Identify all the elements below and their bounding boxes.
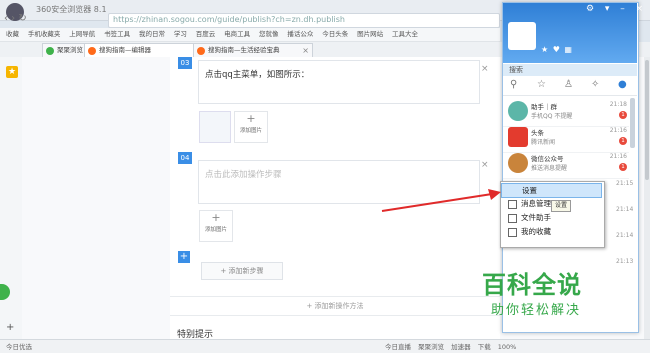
bookmark-item[interactable]: 收藏 <box>6 28 19 41</box>
add-icon[interactable]: + <box>6 322 14 333</box>
add-image-button[interactable]: + 添加图片 <box>199 210 233 242</box>
qq-contact-item[interactable]: 助手｜群 手机QQ 不提醒 21:18 1 <box>503 98 629 127</box>
qq-scrollbar[interactable] <box>630 98 635 148</box>
add-step-plus-icon[interactable]: + <box>178 251 190 263</box>
qq-time: 21:14 <box>616 206 634 213</box>
bookmark-item[interactable]: 百度云 <box>196 28 216 41</box>
unread-badge: 1 <box>619 111 627 119</box>
bookmark-item[interactable]: 我的日常 <box>139 28 165 41</box>
url-text: https://zhinan.sogou.com/guide/publish?c… <box>113 15 345 24</box>
message-icon <box>508 200 517 209</box>
folder-icon <box>508 214 517 223</box>
qq-messages-icon[interactable]: ● <box>618 79 627 90</box>
bookmarks-bar: 收藏 手机收藏夹 上网导航 书签工具 我的日常 学习 百度云 电商工具 您就像 … <box>0 28 500 42</box>
add-image-button[interactable]: + 添加图片 <box>234 111 268 143</box>
bookmark-item[interactable]: 上网导航 <box>69 28 95 41</box>
bookmark-item[interactable]: 手机收藏夹 <box>28 28 61 41</box>
qq-avatar[interactable] <box>508 22 536 50</box>
bookmark-item[interactable]: 图片网站 <box>357 28 383 41</box>
tab-editor[interactable]: 搜狗指南—编辑器 × <box>84 43 204 57</box>
bookmark-item[interactable]: 今日头条 <box>322 28 348 41</box>
tooltip: 设置 <box>551 200 571 212</box>
qq-contact-item[interactable]: 头条 腾讯新闻 21:16 1 <box>503 124 629 153</box>
unread-badge: 1 <box>619 137 627 145</box>
step-text: 点击qq主菜单，如图所示： <box>205 70 310 80</box>
plus-icon: + <box>211 211 221 224</box>
qq-groups-icon[interactable]: ♙ <box>564 79 573 90</box>
qq-search-label: 搜索 <box>509 66 523 74</box>
close-icon[interactable]: × <box>481 64 489 74</box>
bookmark-item[interactable]: 工具大全 <box>392 28 418 41</box>
bookmark-item[interactable]: 书签工具 <box>104 28 130 41</box>
watermark-title: 百科全说 <box>482 271 582 299</box>
close-icon[interactable]: × <box>302 44 309 57</box>
watermark-subtitle: 助你轻松解决 <box>491 303 582 318</box>
add-step-button[interactable]: + 添加新步骤 <box>201 262 283 280</box>
qq-time: 21:14 <box>616 232 634 239</box>
qq-favorites-icon[interactable]: ☆ <box>537 79 546 90</box>
contact-avatar <box>508 153 528 173</box>
bookmark-item[interactable]: 学习 <box>174 28 187 41</box>
qq-contact-item[interactable]: 微信公众号 推送消息提醒 21:16 1 <box>503 150 629 179</box>
contact-avatar <box>508 101 528 121</box>
status-right-text[interactable]: 今日直播 聚聚浏览 加速器 下载 100% <box>385 341 516 351</box>
qq-space-icon[interactable]: ✧ <box>591 79 599 90</box>
status-bar <box>0 339 650 353</box>
step-image-thumbnail[interactable] <box>199 111 231 143</box>
step-number: 03 <box>178 57 192 69</box>
nav-arrows-icon[interactable]: ‹ › ↻ <box>4 13 27 24</box>
menu-item-file-assistant[interactable]: 文件助手 <box>501 211 602 224</box>
add-method-button[interactable]: + 添加新操作方法 <box>170 296 500 316</box>
tab-favicon-icon <box>46 47 54 55</box>
tab-guide[interactable]: 搜狗指南—生活经验宝典 × <box>193 43 313 57</box>
bookmark-item[interactable]: 您就像 <box>259 28 279 41</box>
bookmark-item[interactable]: 电商工具 <box>224 28 250 41</box>
annotation-arrow <box>381 189 501 212</box>
qq-search-bar[interactable] <box>503 64 637 76</box>
qq-window-controls-icon[interactable]: ⚙ ▾ – × <box>586 4 643 14</box>
favorite-star-icon[interactable]: ★ <box>6 66 18 78</box>
step-placeholder: 点击此添加操作步骤 <box>205 170 282 180</box>
status-left-text[interactable]: 今日优选 <box>6 341 32 351</box>
menu-item-settings[interactable]: 设置 <box>501 183 602 198</box>
contact-avatar <box>508 127 528 147</box>
menu-item-favorites[interactable]: 我的收藏 <box>501 225 602 238</box>
plus-icon: + <box>246 112 256 125</box>
step-text-box[interactable]: 点击qq主菜单，如图所示： <box>198 60 480 104</box>
step-number: 04 <box>178 152 192 164</box>
qq-status-icons[interactable]: ★ ♥ ▦ <box>541 45 572 54</box>
qq-contacts-icon[interactable]: ⚲ <box>510 79 517 90</box>
address-bar[interactable]: https://zhinan.sogou.com/guide/publish?c… <box>108 13 500 28</box>
sogou-favicon-icon <box>88 47 96 55</box>
favorites-icon <box>508 228 517 237</box>
unread-badge: 1 <box>619 163 627 171</box>
qq-time: 21:15 <box>616 180 634 187</box>
bookmark-item[interactable]: 播话公众 <box>287 28 313 41</box>
close-icon[interactable]: × <box>481 160 489 170</box>
browser-title: 360安全浏览器 8.1 <box>36 5 107 14</box>
scrollbar-thumb[interactable] <box>645 60 649 180</box>
sogou-favicon-icon <box>197 47 205 55</box>
